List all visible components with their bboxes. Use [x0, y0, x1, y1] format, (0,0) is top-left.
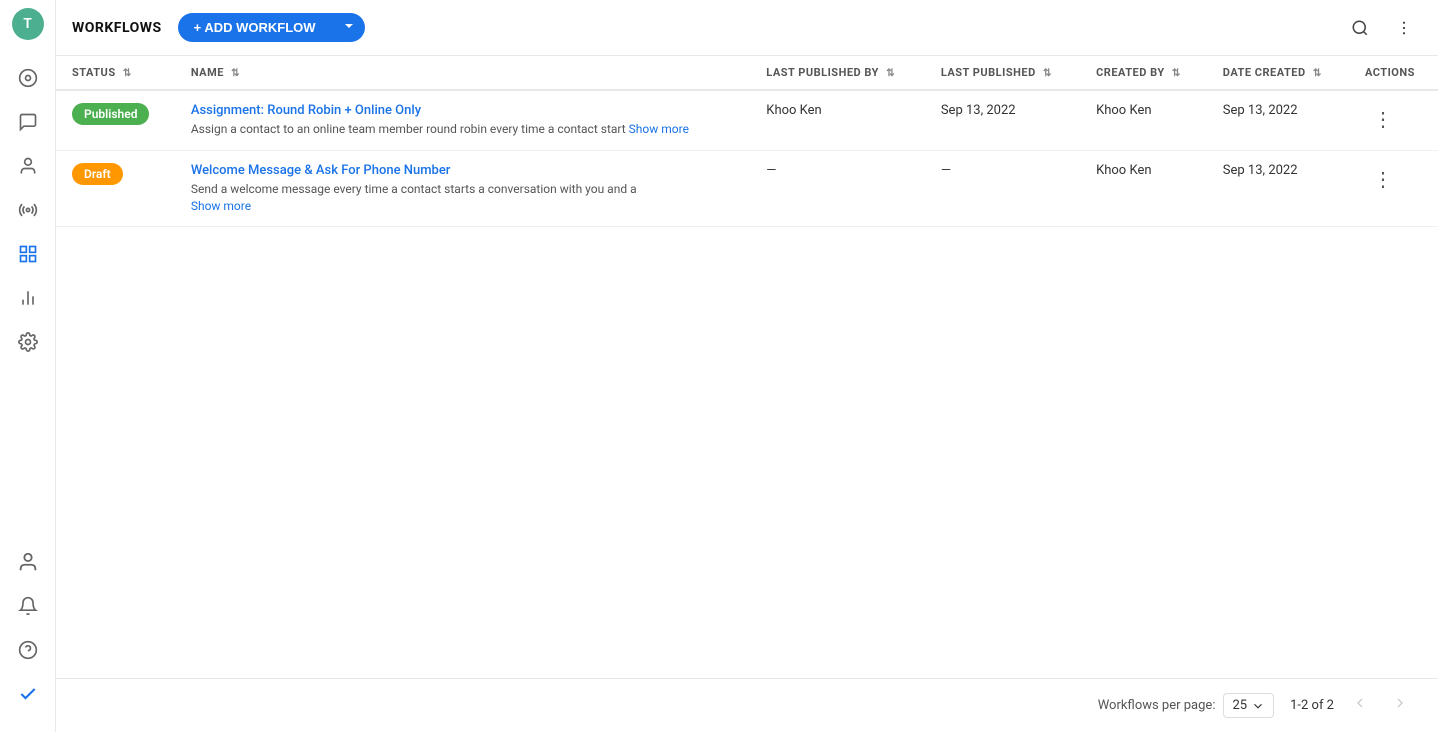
sidebar-item-user[interactable] — [8, 542, 48, 582]
table-row: Draft Welcome Message & Ask For Phone Nu… — [56, 150, 1438, 227]
row2-last-published-by: — — [750, 150, 925, 227]
sidebar: T — [0, 0, 56, 732]
table-row: Published Assignment: Round Robin + Onli… — [56, 90, 1438, 150]
sort-icon-name: ⇅ — [231, 68, 240, 79]
workflows-table: STATUS ⇅ NAME ⇅ LAST PUBLISHED BY ⇅ LAST… — [56, 56, 1438, 227]
row2-date-created: Sep 13, 2022 — [1207, 150, 1349, 227]
sort-icon-lpby: ⇅ — [886, 68, 895, 79]
add-workflow-main[interactable]: + ADD WORKFLOW — [178, 13, 332, 42]
sidebar-item-broadcast[interactable] — [8, 190, 48, 230]
next-page-button[interactable] — [1386, 691, 1414, 720]
row2-actions-button[interactable]: ⋮ — [1365, 163, 1401, 196]
chevron-down-icon — [1251, 699, 1265, 713]
search-icon — [1351, 19, 1369, 37]
status-badge-draft: Draft — [72, 163, 123, 185]
main-content: WORKFLOWS + ADD WORKFLOW — [56, 0, 1438, 732]
workflow-name-link-2[interactable]: Welcome Message & Ask For Phone Number — [191, 163, 451, 178]
page-info: 1-2 of 2 — [1290, 698, 1334, 713]
col-header-last-published-by[interactable]: LAST PUBLISHED BY ⇅ — [750, 56, 925, 90]
row2-last-published: — — [925, 150, 1080, 227]
sidebar-item-chat[interactable] — [8, 102, 48, 142]
row1-last-published-by: Khoo Ken — [750, 90, 925, 150]
more-vert-icon — [1395, 19, 1413, 37]
sidebar-item-help[interactable] — [8, 630, 48, 670]
row2-status-cell: Draft — [56, 150, 175, 227]
sort-icon-cb: ⇅ — [1172, 68, 1181, 79]
col-header-name[interactable]: NAME ⇅ — [175, 56, 750, 90]
add-workflow-dropdown[interactable] — [333, 13, 365, 42]
row1-date-created: Sep 13, 2022 — [1207, 90, 1349, 150]
row1-last-published: Sep 13, 2022 — [925, 90, 1080, 150]
topbar-actions — [1342, 10, 1422, 46]
col-header-date-created[interactable]: DATE CREATED ⇅ — [1207, 56, 1349, 90]
search-button[interactable] — [1342, 10, 1378, 46]
sidebar-item-workflows[interactable] — [8, 234, 48, 274]
show-more-link-2[interactable]: Show more — [191, 199, 251, 213]
workflows-table-container: STATUS ⇅ NAME ⇅ LAST PUBLISHED BY ⇅ LAST… — [56, 56, 1438, 678]
row1-actions-cell: ⋮ — [1349, 90, 1438, 150]
row1-created-by: Khoo Ken — [1080, 90, 1207, 150]
topbar: WORKFLOWS + ADD WORKFLOW — [56, 0, 1438, 56]
sidebar-item-check[interactable] — [8, 674, 48, 714]
sidebar-item-reports[interactable] — [8, 278, 48, 318]
col-header-last-published[interactable]: LAST PUBLISHED ⇅ — [925, 56, 1080, 90]
sidebar-item-notifications[interactable] — [8, 586, 48, 626]
chevron-right-icon — [1392, 695, 1408, 711]
status-badge-published: Published — [72, 103, 149, 125]
more-options-button[interactable] — [1386, 10, 1422, 46]
prev-page-button[interactable] — [1346, 691, 1374, 720]
col-header-created-by[interactable]: CREATED BY ⇅ — [1080, 56, 1207, 90]
row1-name-cell: Assignment: Round Robin + Online Only As… — [175, 90, 750, 150]
sidebar-item-settings[interactable] — [8, 322, 48, 362]
table-header-row: STATUS ⇅ NAME ⇅ LAST PUBLISHED BY ⇅ LAST… — [56, 56, 1438, 90]
per-page-label: Workflows per page: — [1098, 698, 1216, 713]
show-more-link-1[interactable]: Show more — [629, 122, 689, 136]
row1-description: Assign a contact to an online team membe… — [191, 121, 734, 138]
row2-name-cell: Welcome Message & Ask For Phone Number S… — [175, 150, 750, 227]
row1-actions-button[interactable]: ⋮ — [1365, 103, 1401, 136]
sort-icon-lp: ⇅ — [1043, 68, 1052, 79]
pagination-control: 1-2 of 2 — [1290, 691, 1414, 720]
page-title: WORKFLOWS — [72, 20, 162, 36]
row2-actions-cell: ⋮ — [1349, 150, 1438, 227]
per-page-control: Workflows per page: 25 — [1098, 693, 1274, 718]
avatar[interactable]: T — [12, 8, 44, 40]
row2-created-by: Khoo Ken — [1080, 150, 1207, 227]
row2-description: Send a welcome message every time a cont… — [191, 181, 734, 215]
add-workflow-button[interactable]: + ADD WORKFLOW — [178, 13, 365, 42]
sidebar-item-contacts[interactable] — [8, 146, 48, 186]
workflow-name-link-1[interactable]: Assignment: Round Robin + Online Only — [191, 103, 421, 118]
sort-icon-status: ⇅ — [123, 68, 132, 79]
sort-icon-dc: ⇅ — [1313, 68, 1322, 79]
table-footer: Workflows per page: 25 1-2 of 2 — [56, 678, 1438, 732]
col-header-status[interactable]: STATUS ⇅ — [56, 56, 175, 90]
per-page-select[interactable]: 25 — [1223, 693, 1274, 718]
row1-status-cell: Published — [56, 90, 175, 150]
chevron-left-icon — [1352, 695, 1368, 711]
col-header-actions: ACTIONS — [1349, 56, 1438, 90]
sidebar-item-dashboard[interactable] — [8, 58, 48, 98]
